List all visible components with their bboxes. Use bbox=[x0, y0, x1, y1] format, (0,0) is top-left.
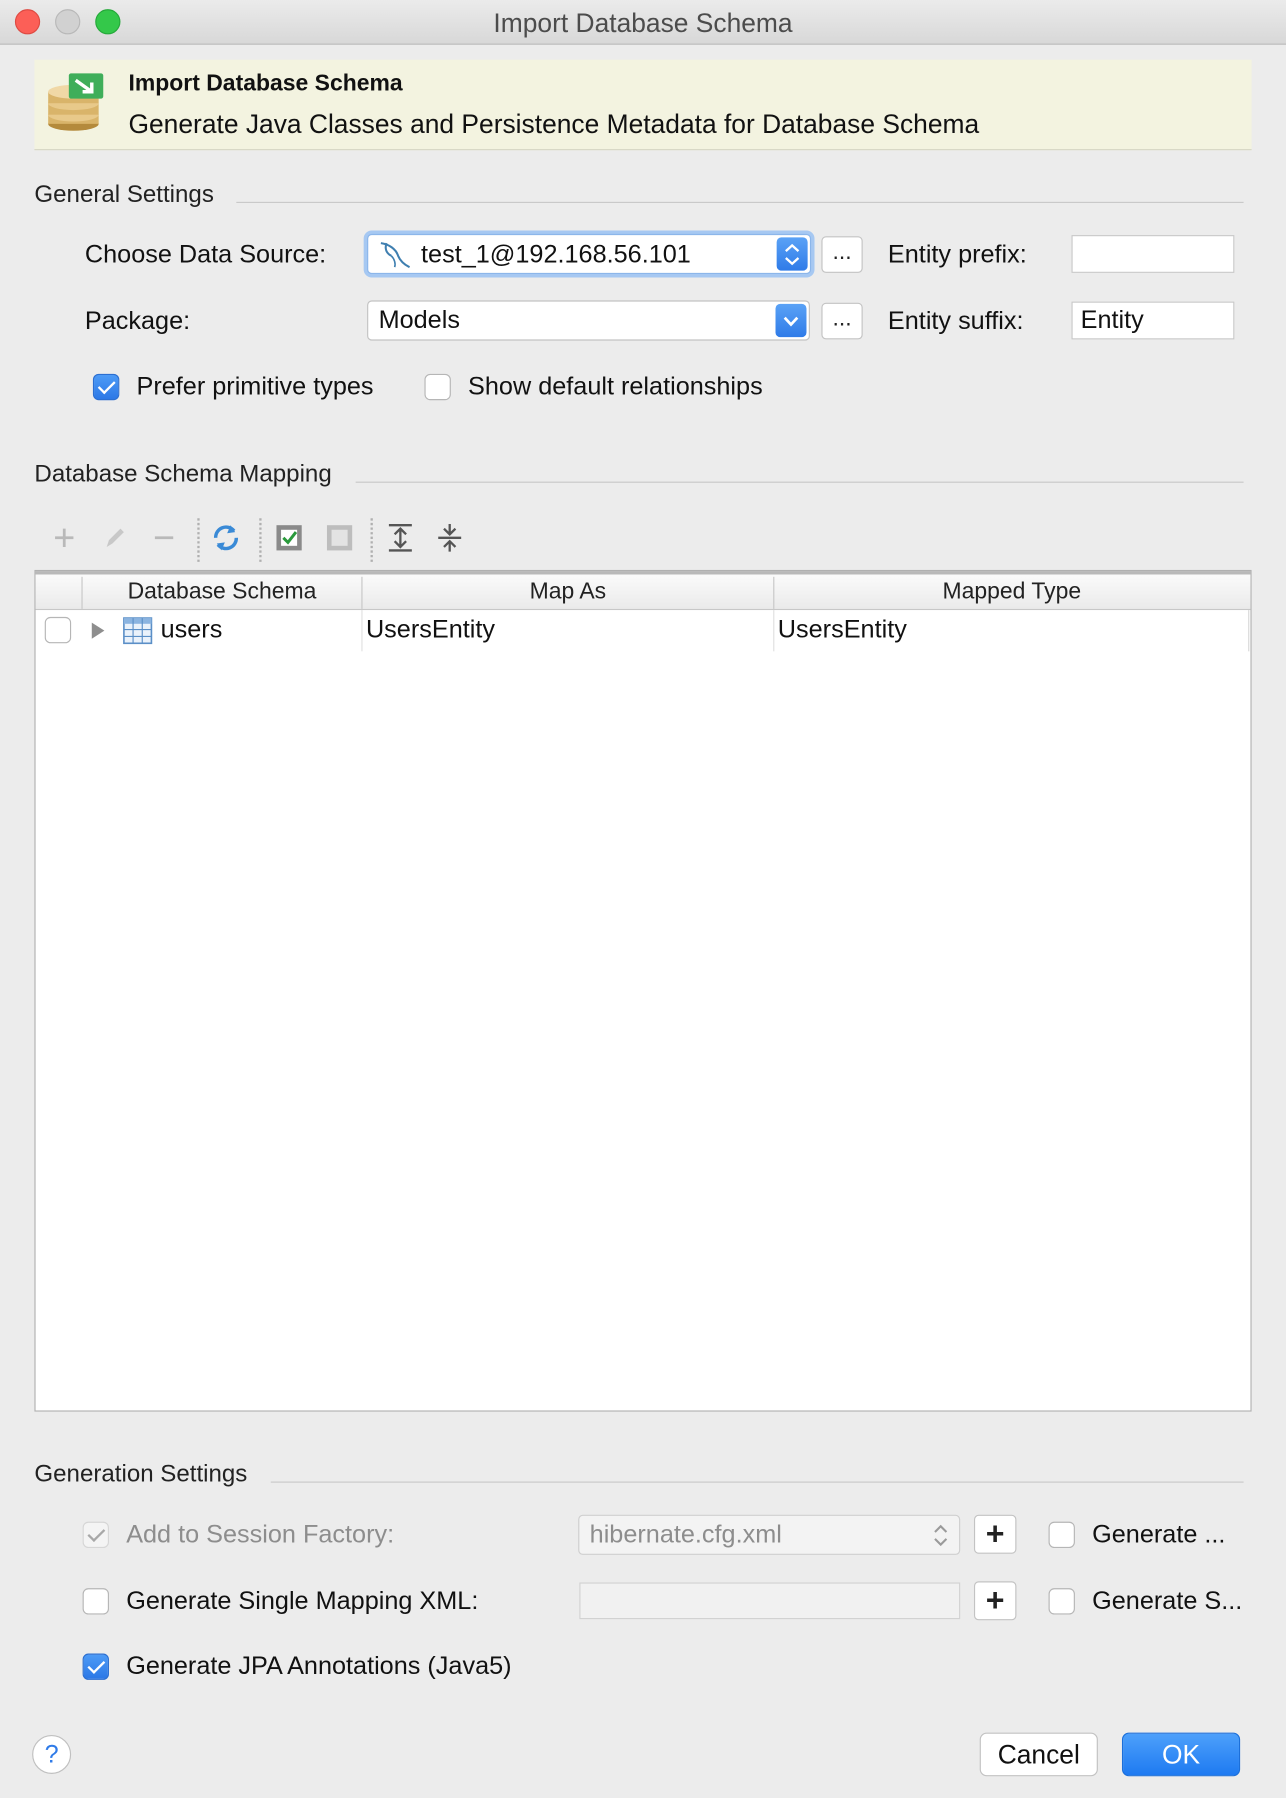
column-divider bbox=[1248, 610, 1250, 652]
session-factory-label: Add to Session Factory: bbox=[126, 1519, 395, 1549]
check-all-icon[interactable] bbox=[272, 521, 306, 555]
prefer-primitive-label: Prefer primitive types bbox=[136, 371, 374, 401]
add-icon[interactable] bbox=[47, 521, 81, 555]
prefer-primitive-checkbox[interactable] bbox=[92, 373, 120, 401]
help-button[interactable]: ? bbox=[32, 1734, 72, 1774]
chevron-down-icon bbox=[775, 303, 807, 338]
data-source-combo[interactable]: test_1@192.168.56.101 bbox=[367, 233, 812, 275]
section-divider bbox=[236, 201, 1244, 203]
cell-map-as[interactable]: UsersEntity bbox=[366, 615, 495, 645]
add-session-factory-button[interactable]: + bbox=[973, 1514, 1017, 1554]
generate-option-2-label: Generate S... bbox=[1092, 1585, 1243, 1615]
entity-prefix-label: Entity prefix: bbox=[887, 239, 1027, 269]
banner-title: Import Database Schema bbox=[128, 71, 403, 97]
jpa-annotations-checkbox[interactable] bbox=[82, 1653, 109, 1680]
single-mapping-label: Generate Single Mapping XML: bbox=[126, 1585, 479, 1615]
cell-database-schema: users bbox=[160, 614, 223, 644]
session-factory-value: hibernate.cfg.xml bbox=[589, 1519, 782, 1549]
package-combo[interactable]: Models bbox=[367, 300, 810, 341]
column-divider bbox=[361, 610, 363, 652]
uncheck-all-icon[interactable] bbox=[322, 521, 356, 555]
cell-mapped-type[interactable]: UsersEntity bbox=[778, 615, 907, 645]
toolbar-separator bbox=[259, 518, 262, 562]
database-import-icon bbox=[48, 73, 104, 131]
cancel-button[interactable]: Cancel bbox=[979, 1732, 1098, 1777]
entity-suffix-field[interactable]: Entity bbox=[1071, 301, 1235, 340]
table-row[interactable]: users UsersEntity UsersEntity bbox=[36, 610, 1251, 652]
banner-subtitle: Generate Java Classes and Persistence Me… bbox=[128, 108, 980, 139]
single-mapping-field[interactable] bbox=[579, 1582, 961, 1620]
add-single-mapping-button[interactable]: + bbox=[973, 1581, 1017, 1621]
expand-all-icon[interactable] bbox=[383, 521, 417, 555]
column-header-mapped-type[interactable]: Mapped Type bbox=[774, 579, 1249, 605]
toolbar-separator bbox=[370, 518, 373, 562]
edit-icon[interactable] bbox=[98, 521, 132, 555]
generate-option-1-label: Generate ... bbox=[1092, 1519, 1226, 1549]
package-browse-button[interactable]: ... bbox=[821, 302, 863, 340]
jpa-annotations-label: Generate JPA Annotations (Java5) bbox=[126, 1651, 512, 1680]
generate-option-1-checkbox[interactable] bbox=[1048, 1521, 1075, 1549]
data-source-browse-button[interactable]: ... bbox=[821, 236, 863, 273]
session-factory-combo[interactable]: hibernate.cfg.xml bbox=[578, 1514, 961, 1555]
expand-triangle-icon[interactable] bbox=[88, 620, 106, 641]
mysql-dolphin-icon bbox=[380, 242, 411, 269]
data-source-label: Choose Data Source: bbox=[84, 239, 327, 269]
package-value: Models bbox=[378, 305, 460, 334]
header-banner: Import Database Schema Generate Java Cla… bbox=[34, 59, 1252, 151]
row-checkbox[interactable] bbox=[44, 616, 72, 644]
session-factory-checkbox[interactable] bbox=[82, 1521, 109, 1549]
window-title: Import Database Schema bbox=[493, 8, 793, 38]
single-mapping-checkbox[interactable] bbox=[82, 1588, 109, 1615]
collapse-all-icon[interactable] bbox=[432, 521, 466, 555]
entity-suffix-label: Entity suffix: bbox=[887, 306, 1024, 335]
table-header: Database Schema Map As Mapped Type bbox=[35, 571, 1251, 611]
data-source-value: test_1@192.168.56.101 bbox=[421, 239, 691, 269]
schema-mapping-header: Database Schema Mapping bbox=[34, 460, 332, 488]
generate-option-2-checkbox[interactable] bbox=[1048, 1588, 1075, 1615]
show-relationships-checkbox[interactable] bbox=[424, 373, 451, 401]
package-label: Package: bbox=[84, 306, 191, 335]
section-divider bbox=[355, 481, 1244, 483]
column-header-database-schema[interactable]: Database Schema bbox=[83, 579, 362, 605]
entity-prefix-field[interactable] bbox=[1071, 235, 1235, 273]
toolbar-separator bbox=[197, 518, 200, 562]
generation-settings-header: Generation Settings bbox=[34, 1460, 248, 1488]
combo-stepper-icon bbox=[934, 1524, 948, 1547]
column-header-map-as[interactable]: Map As bbox=[363, 579, 774, 605]
schema-mapping-table: Database Schema Map As Mapped Type users… bbox=[34, 569, 1252, 1412]
show-relationships-label: Show default relationships bbox=[468, 371, 763, 401]
remove-icon[interactable] bbox=[147, 521, 181, 555]
combo-stepper-icon bbox=[776, 237, 808, 271]
column-divider bbox=[773, 610, 775, 652]
table-icon bbox=[123, 617, 153, 645]
ok-button[interactable]: OK bbox=[1121, 1732, 1241, 1777]
title-bar: Import Database Schema bbox=[0, 0, 1286, 45]
import-database-schema-dialog: Import Database Schema Import Database S… bbox=[0, 0, 1286, 1798]
general-settings-header: General Settings bbox=[34, 181, 214, 208]
section-divider bbox=[270, 1481, 1244, 1483]
refresh-icon[interactable] bbox=[209, 521, 243, 555]
